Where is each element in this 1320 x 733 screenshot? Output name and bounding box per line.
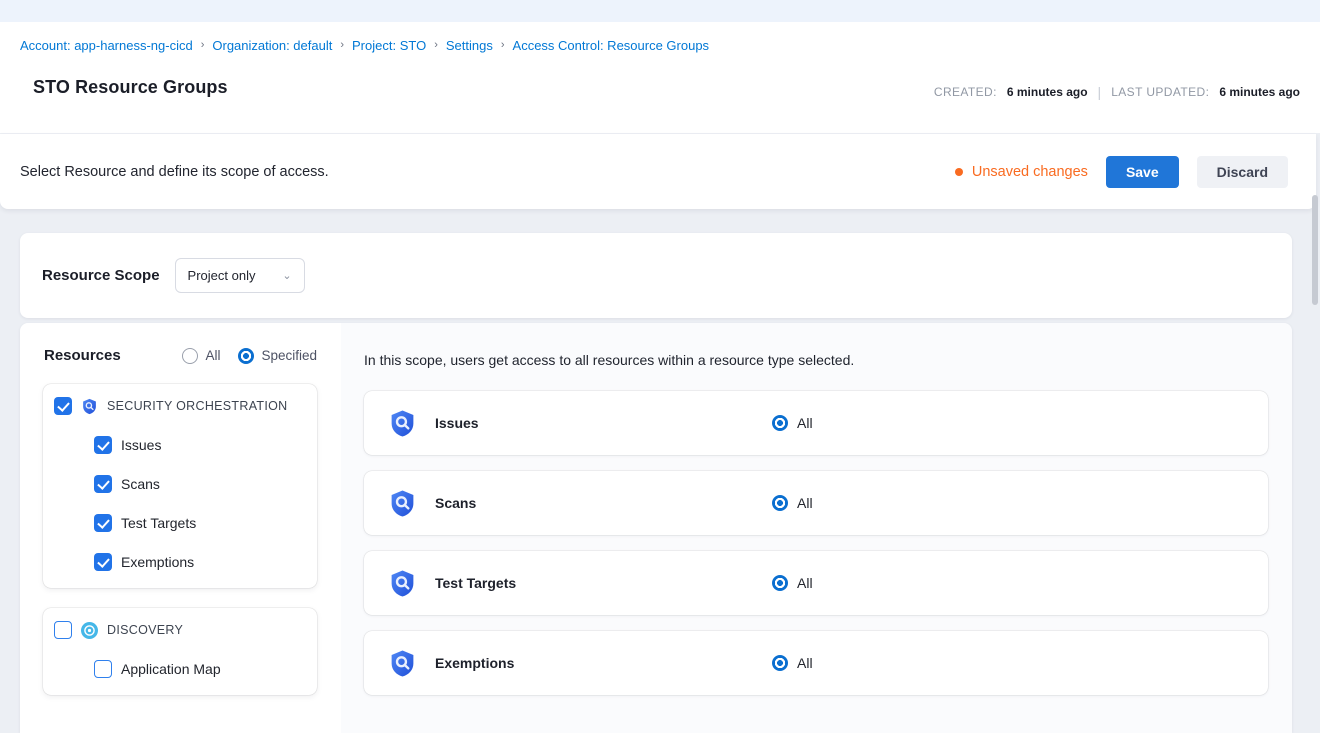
header-meta: CREATED: 6 minutes ago | LAST UPDATED: 6… <box>934 84 1300 100</box>
resource-row-issues: Issues All <box>364 391 1268 455</box>
checkbox-issues[interactable] <box>94 436 112 454</box>
radio-selected-icon[interactable] <box>772 495 788 511</box>
radio-selected-icon[interactable] <box>772 575 788 591</box>
tree-item-scans[interactable]: Scans <box>94 475 305 493</box>
sto-shield-icon <box>388 649 417 678</box>
chevron-down-icon: ⌄ <box>282 269 291 282</box>
scope-hint-text: In this scope, users get access to all r… <box>341 323 1292 368</box>
sto-shield-icon <box>388 489 417 518</box>
checkbox-scans[interactable] <box>94 475 112 493</box>
tree-item-issues[interactable]: Issues <box>94 436 305 454</box>
unsaved-changes-indicator: Unsaved changes <box>955 164 1088 180</box>
action-toolbar: Select Resource and define its scope of … <box>0 134 1316 209</box>
breadcrumb-project[interactable]: Project: STO <box>352 38 426 53</box>
access-radio-label: All <box>797 655 813 671</box>
sto-shield-icon <box>388 569 417 598</box>
breadcrumb: Account: app-harness-ng-cicd › Organizat… <box>0 22 1320 53</box>
vertical-scrollbar[interactable] <box>1312 195 1318 305</box>
tree-item-label: Application Map <box>121 661 221 677</box>
checkbox-security-orchestration[interactable] <box>54 397 72 415</box>
access-radio-all[interactable]: All <box>772 415 813 431</box>
last-updated-label: LAST UPDATED: <box>1111 85 1209 99</box>
resource-row-label: Issues <box>435 415 772 431</box>
discovery-icon <box>81 622 98 639</box>
resource-row-label: Test Targets <box>435 575 772 591</box>
tree-item-exemptions[interactable]: Exemptions <box>94 553 305 571</box>
top-band <box>0 0 1320 22</box>
radio-all[interactable]: All <box>182 348 220 364</box>
breadcrumb-separator-icon: › <box>434 39 438 51</box>
resources-header: Resources All Specified <box>20 323 341 364</box>
access-radio-label: All <box>797 495 813 511</box>
tree-item-label: Exemptions <box>121 554 194 570</box>
radio-specified[interactable]: Specified <box>238 348 317 364</box>
breadcrumb-access-control[interactable]: Access Control: Resource Groups <box>513 38 710 53</box>
toolbar-description: Select Resource and define its scope of … <box>20 164 329 180</box>
resource-group-security-orchestration: SECURITY ORCHESTRATION Issues Scans Test… <box>43 384 317 588</box>
access-radio-label: All <box>797 575 813 591</box>
resources-title: Resources <box>44 347 121 364</box>
checkbox-discovery[interactable] <box>54 621 72 639</box>
resource-row-scans: Scans All <box>364 471 1268 535</box>
content-area: Resources All Specified SECURITY ORCHES <box>20 323 1292 733</box>
resource-row-label: Exemptions <box>435 655 772 671</box>
resource-scope-card: Resource Scope Project only ⌄ <box>20 233 1292 318</box>
radio-selected-icon[interactable] <box>772 655 788 671</box>
created-value: 6 minutes ago <box>1007 85 1088 99</box>
sto-shield-icon <box>81 398 98 415</box>
tree-item-test-targets[interactable]: Test Targets <box>94 514 305 532</box>
resource-row-exemptions: Exemptions All <box>364 631 1268 695</box>
toolbar-actions: Unsaved changes Save Discard <box>955 156 1288 188</box>
unsaved-changes-label: Unsaved changes <box>972 164 1088 180</box>
sto-shield-icon <box>388 409 417 438</box>
access-radio-all[interactable]: All <box>772 495 813 511</box>
radio-all-label: All <box>205 348 220 363</box>
radio-specified-icon[interactable] <box>238 348 254 364</box>
access-radio-all[interactable]: All <box>772 575 813 591</box>
resource-group-discovery: DISCOVERY Application Map <box>43 608 317 695</box>
radio-selected-icon[interactable] <box>772 415 788 431</box>
breadcrumb-settings[interactable]: Settings <box>446 38 493 53</box>
access-radio-label: All <box>797 415 813 431</box>
breadcrumb-separator-icon: › <box>340 39 344 51</box>
group-label: DISCOVERY <box>107 623 183 637</box>
resource-row-test-targets: Test Targets All <box>364 551 1268 615</box>
meta-divider: | <box>1098 84 1102 100</box>
tree-group-row[interactable]: SECURITY ORCHESTRATION <box>54 397 305 415</box>
resource-scope-selected-value: Project only <box>188 268 267 283</box>
checkbox-test-targets[interactable] <box>94 514 112 532</box>
tree-item-label: Issues <box>121 437 161 453</box>
breadcrumb-separator-icon: › <box>201 39 205 51</box>
breadcrumb-separator-icon: › <box>501 39 505 51</box>
tree-item-application-map[interactable]: Application Map <box>94 660 305 678</box>
resource-rows: Issues All Scans All Test Targets <box>341 368 1292 695</box>
resources-mode-radio-group: All Specified <box>182 348 317 364</box>
resource-row-label: Scans <box>435 495 772 511</box>
unsaved-dot-icon <box>955 168 963 176</box>
page-header: Account: app-harness-ng-cicd › Organizat… <box>0 0 1320 133</box>
resource-scope-select[interactable]: Project only ⌄ <box>175 258 305 293</box>
tree-group-row[interactable]: DISCOVERY <box>54 621 305 639</box>
created-label: CREATED: <box>934 85 997 99</box>
breadcrumb-account[interactable]: Account: app-harness-ng-cicd <box>20 38 193 53</box>
checkbox-application-map[interactable] <box>94 660 112 678</box>
group-label: SECURITY ORCHESTRATION <box>107 399 287 413</box>
tree-item-label: Scans <box>121 476 160 492</box>
tree-item-label: Test Targets <box>121 515 196 531</box>
breadcrumb-organization[interactable]: Organization: default <box>212 38 332 53</box>
radio-all-icon[interactable] <box>182 348 198 364</box>
discard-button[interactable]: Discard <box>1197 156 1288 188</box>
resources-panel: Resources All Specified SECURITY ORCHES <box>20 323 341 733</box>
checkbox-exemptions[interactable] <box>94 553 112 571</box>
scope-detail-panel: In this scope, users get access to all r… <box>341 323 1292 733</box>
last-updated-value: 6 minutes ago <box>1219 85 1300 99</box>
access-radio-all[interactable]: All <box>772 655 813 671</box>
resource-scope-label: Resource Scope <box>42 267 160 284</box>
save-button[interactable]: Save <box>1106 156 1179 188</box>
radio-specified-label: Specified <box>261 348 317 363</box>
